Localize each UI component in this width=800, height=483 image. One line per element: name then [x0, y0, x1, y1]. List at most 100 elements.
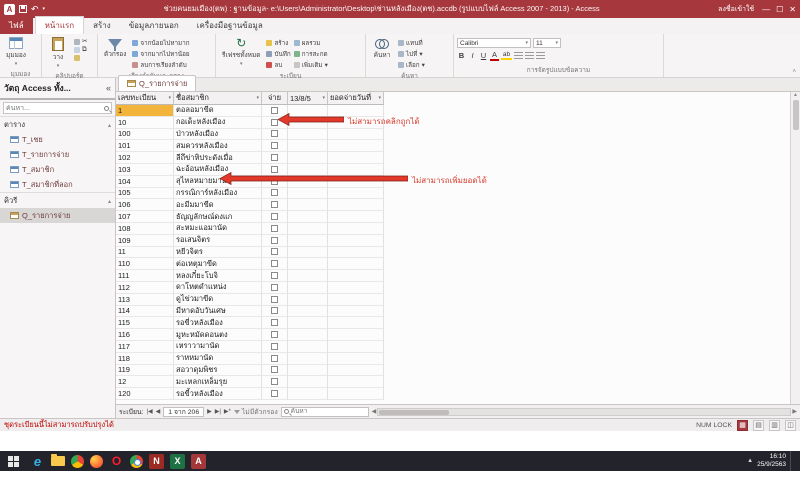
cell-pay[interactable] [262, 365, 288, 377]
tab-external-data[interactable]: ข้อมูลภายนอก [120, 17, 188, 34]
cell-member-id[interactable]: 106 [116, 199, 174, 211]
save-icon[interactable] [19, 5, 27, 13]
cell-member-name[interactable]: เหราวามานัด [174, 341, 262, 353]
save-record-button[interactable]: บันทึก [266, 49, 290, 59]
cell-member-name[interactable]: ดาโหตดำแหน่ง [174, 282, 262, 294]
cell-member-id[interactable]: 103 [116, 164, 174, 176]
pay-checkbox[interactable] [271, 284, 278, 291]
table-row[interactable]: 110ต่อเหตุมาขีด [116, 258, 384, 270]
nav-item[interactable]: Q_รายการจ่าย [0, 208, 115, 223]
cell-pay-date[interactable] [288, 329, 328, 341]
sign-in-link[interactable]: ลงชื่อเข้าใช้ [718, 4, 754, 15]
table-row[interactable]: 119สอวาดุมพิชร [116, 365, 384, 377]
minimize-button[interactable]: — [762, 5, 770, 14]
cell-member-name[interactable]: สอวาดุมพิชร [174, 365, 262, 377]
cell-pay[interactable] [262, 129, 288, 141]
cell-member-name[interactable]: อะมีมมาขีด [174, 199, 262, 211]
goto-button[interactable]: ไปที่ ▾ [398, 49, 425, 59]
cell-pay-date[interactable] [288, 188, 328, 200]
cut-button[interactable]: ✂ [74, 38, 87, 45]
column-header-pay[interactable]: จ่าย [262, 92, 288, 104]
access-icon[interactable]: A [191, 454, 206, 469]
nav-section-header[interactable]: ตาราง▴ [0, 116, 115, 132]
cell-member-id[interactable]: 108 [116, 223, 174, 235]
cell-pay-date[interactable] [288, 199, 328, 211]
vertical-scroll-thumb[interactable] [793, 100, 799, 130]
align-right-icon[interactable] [536, 52, 545, 59]
cell-member-name[interactable]: มีหาดอับวันเศษ [174, 306, 262, 318]
cell-member-id[interactable]: 101 [116, 140, 174, 152]
table-row[interactable]: 109รอเสนจิตร [116, 235, 384, 247]
first-record-button[interactable]: |◀ [146, 408, 152, 415]
cell-member-name[interactable]: หลงเกี๋ยะโบจิ [174, 270, 262, 282]
pay-checkbox[interactable] [271, 319, 278, 326]
tab-home[interactable]: หน้าแรก [35, 16, 85, 34]
cell-pay[interactable] [262, 211, 288, 223]
cell-pay-date[interactable] [288, 152, 328, 164]
cell-member-name[interactable]: สมควรหลังเมือง [174, 140, 262, 152]
table-row[interactable]: 108สะหมะแอมานัด [116, 223, 384, 235]
table-row[interactable]: 118ราหหมานัด [116, 353, 384, 365]
cell-pay[interactable] [262, 306, 288, 318]
cell-member-name[interactable]: รอขี้วหลังเมือง [174, 388, 262, 400]
filter-button[interactable]: ตัวกรอง [101, 36, 129, 60]
cell-pay[interactable] [262, 223, 288, 235]
hscroll-left-icon[interactable]: ◀ [372, 408, 377, 415]
cell-member-name[interactable]: หยีวจิตร [174, 247, 262, 259]
cell-amount[interactable] [328, 282, 384, 294]
cell-amount[interactable] [328, 317, 384, 329]
cell-pay-date[interactable] [288, 247, 328, 259]
nav-item[interactable]: T_เชย [0, 132, 115, 147]
table-row[interactable]: 115รอขี่วหลังเมือง [116, 317, 384, 329]
find-button[interactable]: ค้นหา [369, 36, 395, 61]
cell-pay-date[interactable] [288, 341, 328, 353]
cell-pay[interactable] [262, 152, 288, 164]
cell-pay[interactable] [262, 317, 288, 329]
cell-member-name[interactable]: ธัญญลักษณ์ดงแก [174, 211, 262, 223]
undo-icon[interactable]: ↶ [31, 5, 39, 14]
cell-amount[interactable] [328, 353, 384, 365]
pay-checkbox[interactable] [271, 225, 278, 232]
pay-checkbox[interactable] [271, 130, 278, 137]
vertical-scrollbar[interactable]: ▲ [790, 92, 800, 404]
cell-pay-date[interactable] [288, 211, 328, 223]
cell-pay[interactable] [262, 353, 288, 365]
pay-checkbox[interactable] [271, 237, 278, 244]
cell-member-name[interactable]: ต่อเหตุมาขีด [174, 258, 262, 270]
highlight-button[interactable]: ab [501, 51, 512, 60]
column-header-date[interactable]: 13/8/5▾ [288, 92, 328, 104]
cell-member-name[interactable]: รอเสนจิตร [174, 235, 262, 247]
table-row[interactable]: 112ดาโหตดำแหน่ง [116, 282, 384, 294]
replace-button[interactable]: แทนที่ [398, 38, 425, 48]
cell-amount[interactable] [328, 376, 384, 388]
table-row[interactable]: 114มีหาดอับวันเศษ [116, 306, 384, 318]
cell-member-id[interactable]: 111 [116, 270, 174, 282]
nav-item[interactable]: T_สมาชิก [0, 162, 115, 177]
previous-record-button[interactable]: ◀ [156, 408, 161, 415]
cell-member-name[interactable]: มะเหลกเหล็มรุย [174, 376, 262, 388]
pay-checkbox[interactable] [271, 213, 278, 220]
cell-member-name[interactable]: ราหหมานัด [174, 353, 262, 365]
copy-button[interactable]: ⧉ [74, 46, 87, 54]
horizontal-scroll-thumb[interactable] [379, 410, 449, 415]
font-size-select[interactable]: 11▾ [533, 38, 561, 48]
cell-member-id[interactable]: 109 [116, 235, 174, 247]
nav-item[interactable]: T_สมาชิกที่ลอก [0, 177, 115, 192]
pay-checkbox[interactable] [271, 107, 278, 114]
pay-checkbox[interactable] [271, 366, 278, 373]
pay-checkbox[interactable] [271, 260, 278, 267]
cell-amount[interactable] [328, 247, 384, 259]
cell-member-id[interactable]: 112 [116, 282, 174, 294]
format-painter-button[interactable] [74, 55, 87, 61]
sort-descending-button[interactable]: จากมากไปหาน้อย [132, 49, 189, 59]
table-row[interactable]: 120รอขี้วหลังเมือง [116, 388, 384, 400]
maximize-button[interactable]: ☐ [776, 5, 783, 14]
hscroll-right-icon[interactable]: ▶ [792, 408, 797, 415]
cell-member-name[interactable]: ป่าวหลังเมือง [174, 129, 262, 141]
last-record-button[interactable]: ▶| [215, 408, 221, 415]
font-family-select[interactable]: Calibri▾ [457, 38, 531, 48]
cell-amount[interactable] [328, 211, 384, 223]
cell-pay-date[interactable] [288, 258, 328, 270]
qat-dropdown-icon[interactable]: ▾ [43, 6, 46, 12]
cell-amount[interactable] [328, 341, 384, 353]
